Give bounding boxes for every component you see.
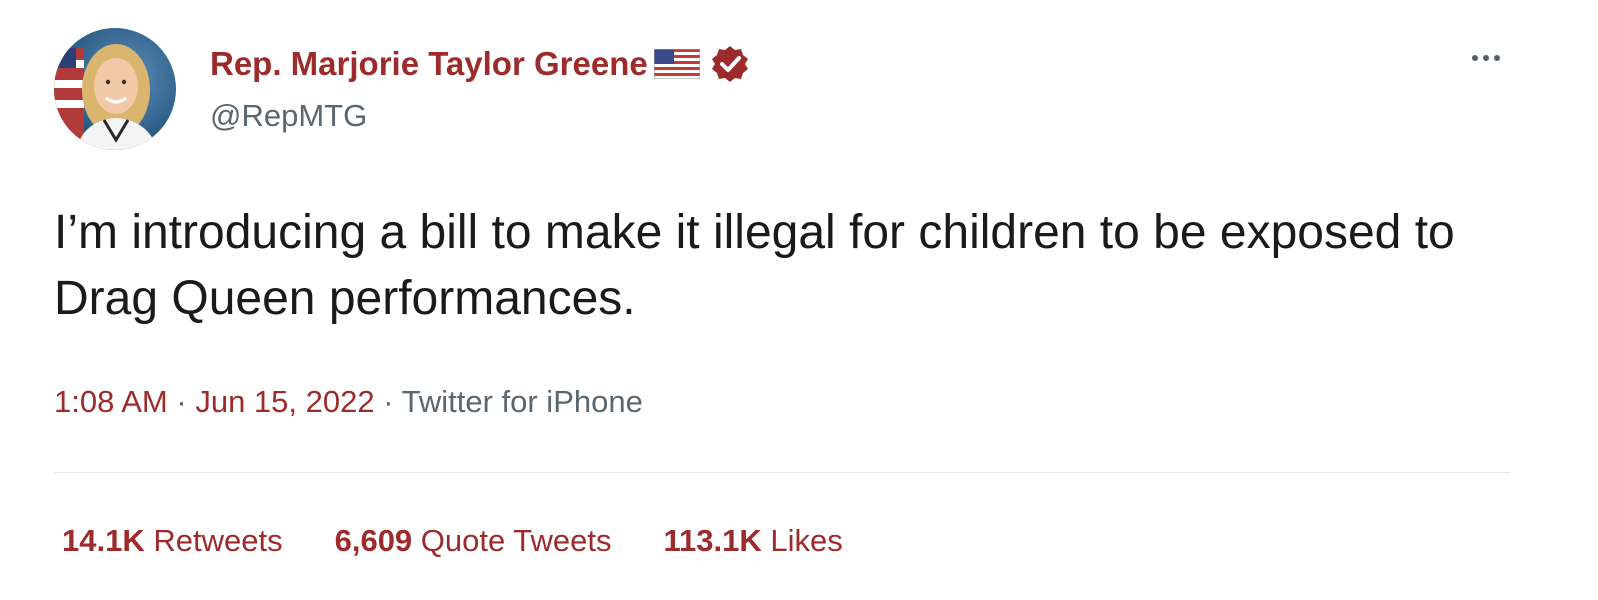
verified-badge-icon: [710, 44, 750, 84]
author-name-row[interactable]: Rep. Marjorie Taylor Greene: [210, 40, 750, 88]
retweets-count: 14.1K: [62, 523, 145, 558]
likes-stat[interactable]: 113.1K Likes: [664, 523, 843, 559]
avatar[interactable]: [54, 28, 176, 150]
author-name[interactable]: Rep. Marjorie Taylor Greene: [210, 45, 648, 83]
tweet-date[interactable]: Jun 15, 2022: [195, 384, 374, 419]
retweets-label: Retweets: [153, 523, 283, 558]
quote-tweets-stat[interactable]: 6,609 Quote Tweets: [335, 523, 612, 559]
tweet-stats: 14.1K Retweets 6,609 Quote Tweets 113.1K…: [62, 523, 843, 559]
more-dot-icon: [1494, 55, 1500, 61]
more-dot-icon: [1472, 55, 1478, 61]
meta-separator: ·: [176, 384, 187, 419]
quote-tweets-count: 6,609: [334, 523, 413, 558]
divider: [54, 472, 1510, 473]
tweet-source[interactable]: Twitter for iPhone: [402, 384, 643, 419]
tweet-card: Rep. Marjorie Taylor Greene @RepMTG I’m …: [10, 0, 1588, 600]
likes-count: 113.1K: [663, 523, 762, 558]
more-options-button[interactable]: [1460, 38, 1512, 78]
meta-separator: ·: [383, 384, 394, 419]
retweets-stat[interactable]: 14.1K Retweets: [62, 523, 283, 559]
tweet-text: I’m introducing a bill to make it illega…: [54, 206, 1455, 325]
tweet-time[interactable]: 1:08 AM: [54, 384, 168, 419]
author-handle[interactable]: @RepMTG: [210, 98, 367, 134]
us-flag-icon: [653, 48, 701, 80]
likes-label: Likes: [770, 523, 843, 558]
more-dot-icon: [1483, 55, 1489, 61]
tweet-meta: 1:08 AM · Jun 15, 2022 · Twitter for iPh…: [54, 384, 643, 420]
quote-tweets-label: Quote Tweets: [420, 523, 612, 558]
